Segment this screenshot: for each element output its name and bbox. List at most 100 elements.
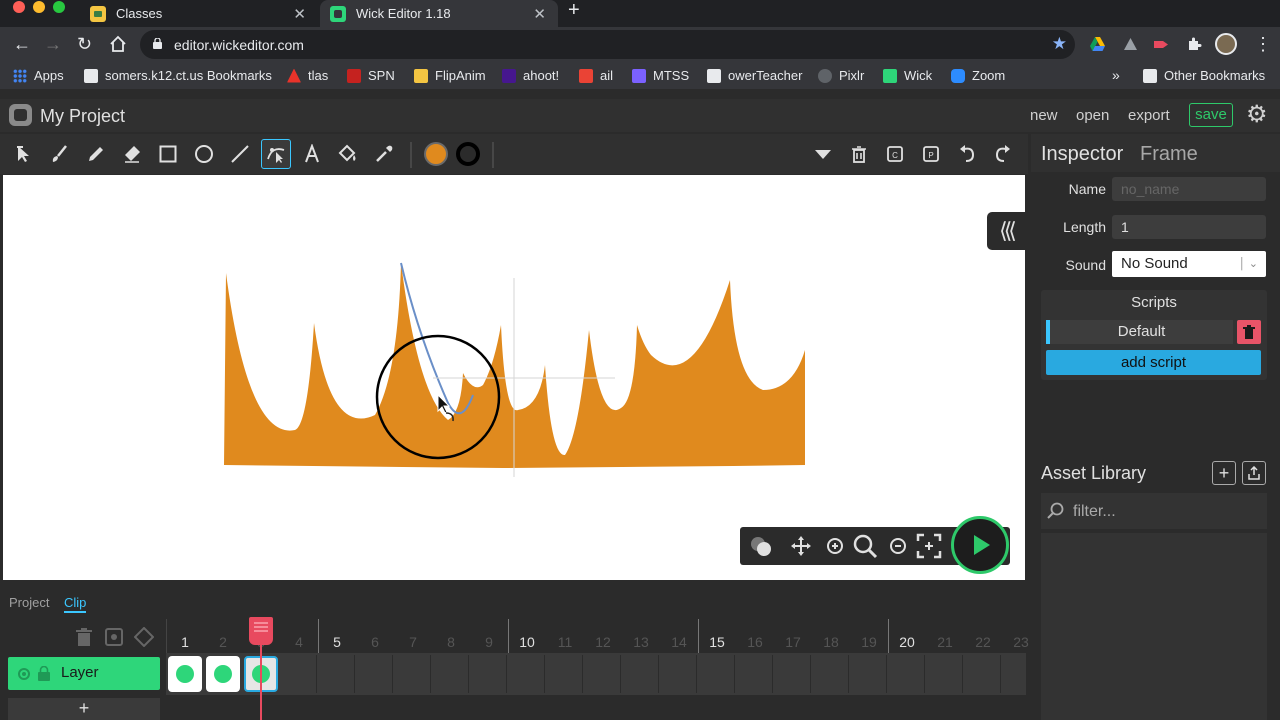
browser-menu-icon[interactable]: ⋮ [1254,33,1272,55]
eyedropper-tool-icon[interactable] [369,139,399,169]
hide-layer-icon[interactable] [104,627,124,647]
cursor-tool-icon[interactable] [9,139,39,169]
bookmark-spn[interactable]: SPN [347,68,395,83]
bookmark-somers[interactable]: somers.k12.ct.us Bookmarks [84,68,272,83]
layer-row[interactable]: Layer [8,657,160,690]
zoom-window-button[interactable] [53,1,65,13]
bookmark-apps[interactable]: Apps [13,68,64,83]
play-preview-button[interactable] [951,516,1009,574]
layer-visibility-eye-icon[interactable] [17,667,31,681]
magnifier-icon[interactable] [852,534,878,559]
export-button[interactable]: export [1128,107,1170,124]
empty-frame-cell[interactable] [964,655,1001,693]
zoom-out-icon[interactable] [885,534,911,558]
add-script-button[interactable]: add script [1046,350,1261,375]
empty-frame-cell[interactable] [394,655,431,693]
frame-ruler[interactable]: 1 2 3 4 5 6 7 8 9 10 11 12 13 14 15 16 1… [166,619,1029,653]
fill-bucket-tool-icon[interactable] [333,139,363,169]
delete-script-trash-icon[interactable] [1237,320,1261,344]
drawing-canvas[interactable] [3,175,1025,580]
onion-skin-icon[interactable] [748,534,774,558]
bookmark-mtss[interactable]: MTSS [632,68,689,83]
delete-trash-icon[interactable] [844,139,874,169]
bookmark-wick[interactable]: Wick [883,68,932,83]
empty-frame-cell[interactable] [812,655,849,693]
tab-project[interactable]: Project [9,595,49,610]
sound-select[interactable]: No Sound │ ⌄ [1112,251,1266,277]
close-tab-icon[interactable]: ✕ [533,5,546,23]
fill-color-swatch[interactable] [421,139,451,169]
forward-icon[interactable]: → [44,33,62,55]
line-tool-icon[interactable] [225,139,255,169]
zoom-in-icon[interactable] [822,534,848,558]
stroke-color-swatch[interactable] [453,139,483,169]
tab-wick-editor[interactable]: Wick Editor 1.18 ✕ [320,0,558,27]
length-field[interactable]: 1 [1112,215,1266,239]
more-bookmarks-icon[interactable]: » [1112,67,1120,83]
empty-frame-cell[interactable] [546,655,583,693]
new-button[interactable]: new [1030,107,1058,124]
empty-frame-cell[interactable] [318,655,355,693]
empty-frame-cell[interactable] [774,655,811,693]
empty-frame-cell[interactable] [736,655,773,693]
other-bookmarks[interactable]: Other Bookmarks [1143,68,1265,83]
asset-filter-input[interactable]: filter... [1041,493,1267,529]
close-tab-icon[interactable]: ✕ [293,5,306,23]
screencastify-icon[interactable] [1153,36,1170,53]
close-window-button[interactable] [13,1,25,13]
delete-layer-trash-icon[interactable] [74,627,94,647]
bookmark-gmail[interactable]: ail [579,68,613,83]
empty-frame-cell[interactable] [850,655,887,693]
empty-frame-cell[interactable] [660,655,697,693]
bookmark-kahoot[interactable]: ahoot! [502,68,559,83]
extension-icon[interactable] [1122,36,1139,53]
keyframe-1[interactable] [168,656,202,692]
empty-frame-cell[interactable] [356,655,393,693]
back-icon[interactable]: ← [13,33,31,55]
pencil-tool-icon[interactable] [81,139,111,169]
drive-icon[interactable] [1089,36,1106,53]
profile-avatar[interactable] [1215,33,1237,55]
empty-frame-cell[interactable] [584,655,621,693]
address-bar[interactable]: editor.wickeditor.com ★ [140,30,1075,59]
project-title[interactable]: My Project [40,106,125,127]
settings-gear-icon[interactable]: ⚙ [1246,103,1268,127]
ellipse-tool-icon[interactable] [189,139,219,169]
reload-icon[interactable]: ↻ [77,33,92,55]
save-button[interactable]: save [1189,103,1233,127]
home-icon[interactable] [109,33,127,58]
bookmark-powerteacher[interactable]: owerTeacher [707,68,802,83]
empty-frame-cell[interactable] [470,655,507,693]
copy-icon[interactable]: C [880,139,910,169]
empty-frame-cell[interactable] [280,655,317,693]
bookmark-flipanim[interactable]: FlipAnim [414,68,486,83]
path-cursor-tool-icon[interactable] [261,139,291,169]
empty-frame-cell[interactable] [926,655,963,693]
bookmark-star-icon[interactable]: ★ [1052,34,1067,54]
text-tool-icon[interactable] [297,139,327,169]
add-asset-plus-icon[interactable]: + [1212,461,1236,485]
minimize-window-button[interactable] [33,1,45,13]
playhead-handle[interactable] [249,617,273,645]
name-field[interactable]: no_name [1112,177,1266,201]
puzzle-icon[interactable] [1186,36,1203,53]
collapse-panel-chevrons-icon[interactable]: ⟨⟨⟨ [987,212,1025,250]
undo-icon[interactable] [952,139,982,169]
tab-classes[interactable]: Classes ✕ [80,0,318,27]
add-layer-button[interactable]: + [8,698,160,720]
fit-to-screen-icon[interactable] [916,533,942,559]
pan-move-icon[interactable] [788,534,814,558]
bookmark-zoom[interactable]: Zoom [951,68,1005,83]
empty-frame-cell[interactable] [622,655,659,693]
brush-tool-icon[interactable] [45,139,75,169]
rectangle-tool-icon[interactable] [153,139,183,169]
redo-icon[interactable] [988,139,1018,169]
bookmark-pixlr[interactable]: Pixlr [818,68,864,83]
empty-frame-cell[interactable] [888,655,925,693]
script-default-tab[interactable]: Default [1046,320,1233,344]
eraser-tool-icon[interactable] [117,139,147,169]
new-tab-icon[interactable]: + [568,0,580,20]
bookmark-atlas[interactable]: tlas [287,68,328,83]
open-button[interactable]: open [1076,107,1109,124]
frames-track[interactable] [166,653,1026,695]
